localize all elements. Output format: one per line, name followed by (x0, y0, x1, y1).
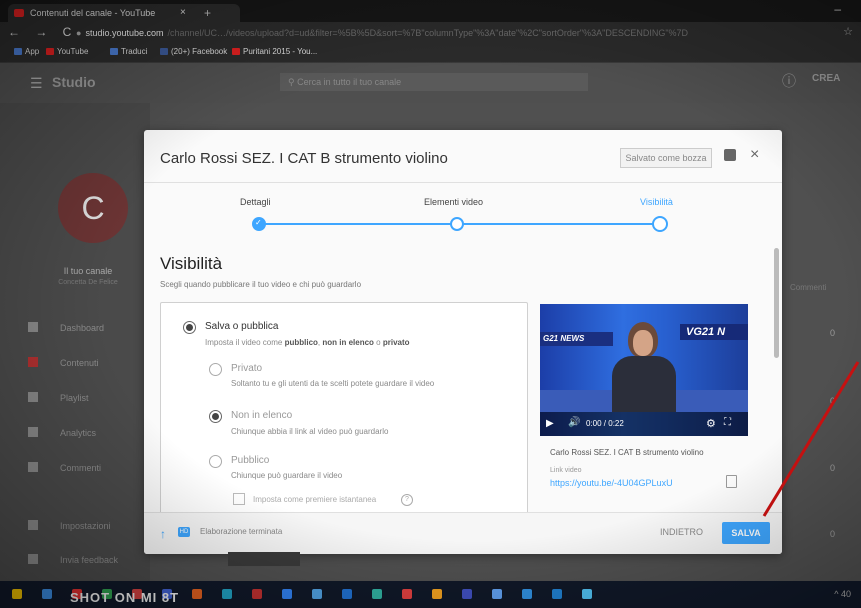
screenshot: Contenuti del canale - YouTube × + – ← →… (0, 0, 861, 608)
annotation-arrow (762, 361, 860, 517)
arrow-line (762, 361, 860, 517)
